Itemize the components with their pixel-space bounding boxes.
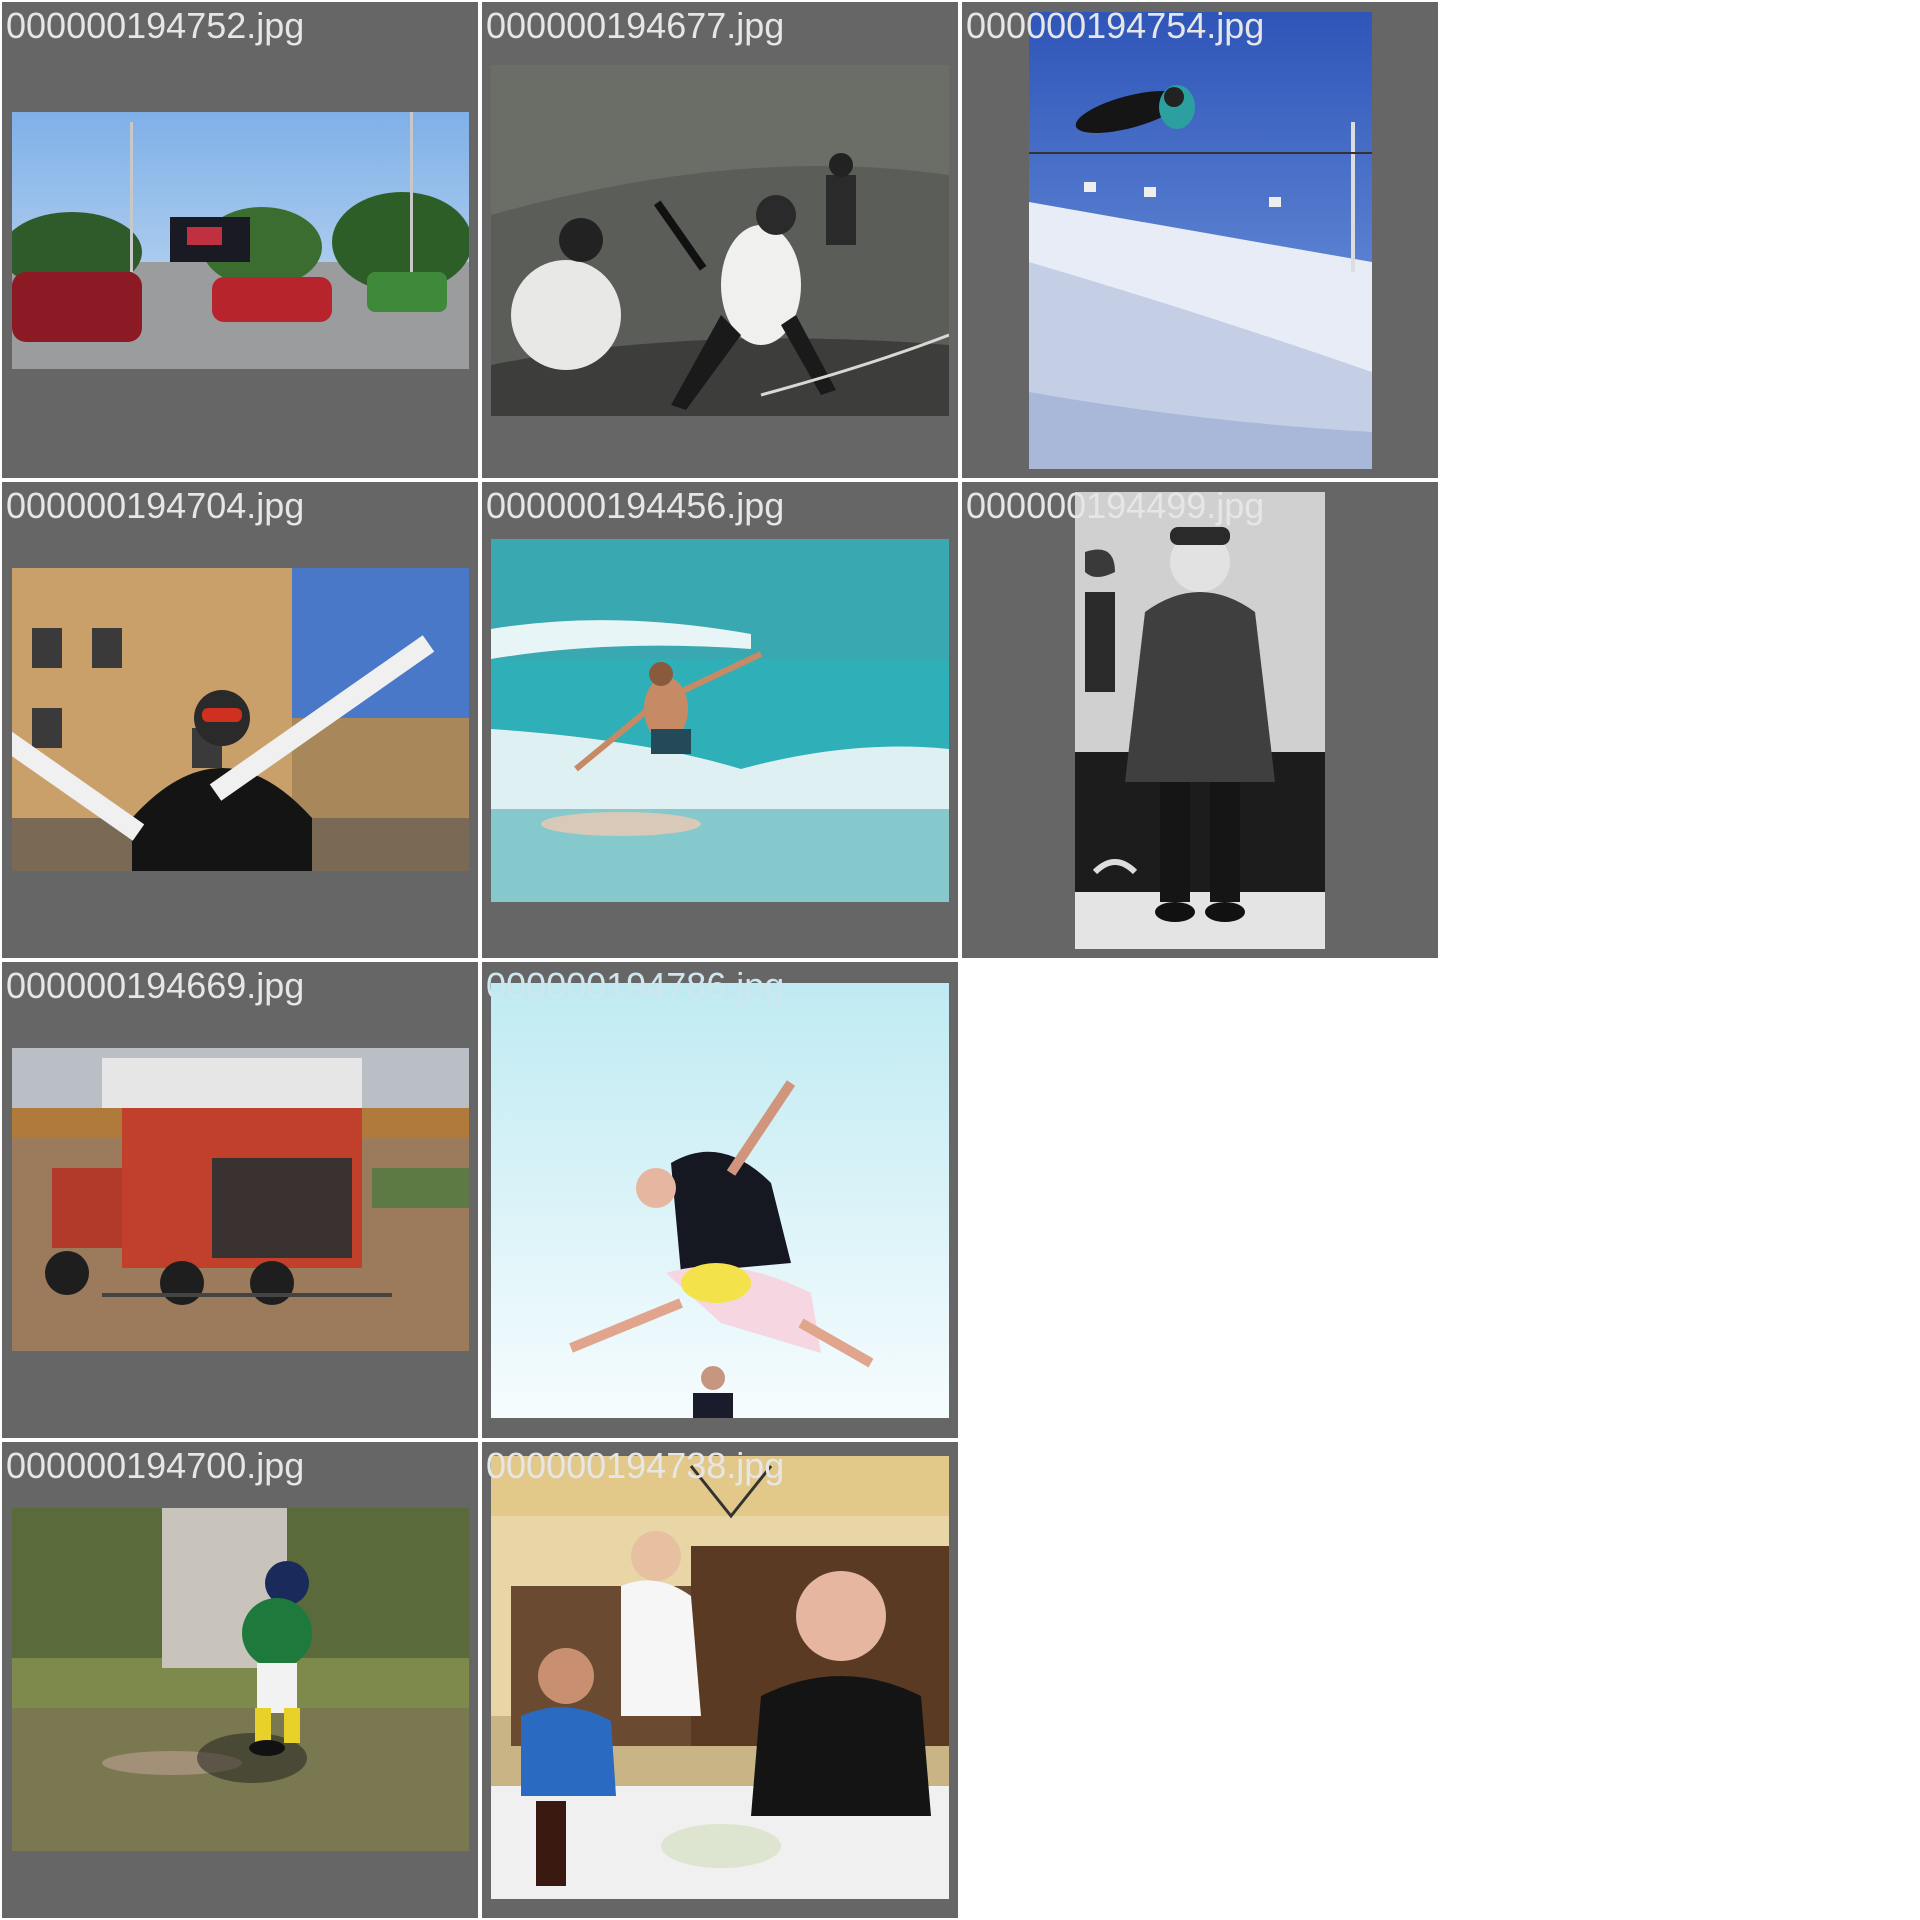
thumbnail-tile[interactable]: 000000194677.jpg (482, 2, 958, 478)
thumbnail-tile[interactable]: 000000194704.jpg (2, 482, 478, 958)
thumbnail-filename: 000000194704.jpg (6, 485, 305, 526)
thumbnail-image[interactable] (12, 1508, 469, 1851)
thumbnail-filename: 000000194754.jpg (966, 5, 1265, 46)
thumbnail-tile[interactable]: 000000194752.jpg (2, 2, 478, 478)
thumbnail-image[interactable] (1075, 492, 1325, 949)
thumbnail-filename: 000000194677.jpg (486, 5, 785, 46)
thumbnail-image[interactable] (1029, 12, 1372, 469)
thumbnail-tile[interactable]: 000000194499.jpg (962, 482, 1438, 958)
thumbnail-image[interactable] (12, 112, 469, 369)
thumbnail-tile[interactable]: 000000194738.jpg (482, 1442, 958, 1918)
thumbnail-grid: 000000194752.jpg 000000194677.jpg 000000… (0, 0, 1920, 1920)
thumbnail-filename: 000000194786.jpg (486, 965, 785, 1006)
thumbnail-filename: 000000194738.jpg (486, 1445, 785, 1486)
thumbnail-image[interactable] (12, 1048, 469, 1351)
thumbnail-tile[interactable]: 000000194456.jpg (482, 482, 958, 958)
thumbnail-image[interactable] (491, 65, 949, 416)
thumbnail-image[interactable] (491, 983, 949, 1418)
thumbnail-filename: 000000194499.jpg (966, 485, 1265, 526)
thumbnail-image[interactable] (491, 539, 949, 902)
thumbnail-filename: 000000194669.jpg (6, 965, 305, 1006)
thumbnail-tile[interactable]: 000000194786.jpg (482, 962, 958, 1438)
thumbnail-tile[interactable]: 000000194754.jpg (962, 2, 1438, 478)
thumbnail-tile[interactable]: 000000194669.jpg (2, 962, 478, 1438)
thumbnail-image[interactable] (12, 568, 469, 871)
thumbnail-image[interactable] (491, 1456, 949, 1899)
thumbnail-filename: 000000194752.jpg (6, 5, 305, 46)
thumbnail-filename: 000000194456.jpg (486, 485, 785, 526)
thumbnail-filename: 000000194700.jpg (6, 1445, 305, 1486)
thumbnail-tile[interactable]: 000000194700.jpg (2, 1442, 478, 1918)
